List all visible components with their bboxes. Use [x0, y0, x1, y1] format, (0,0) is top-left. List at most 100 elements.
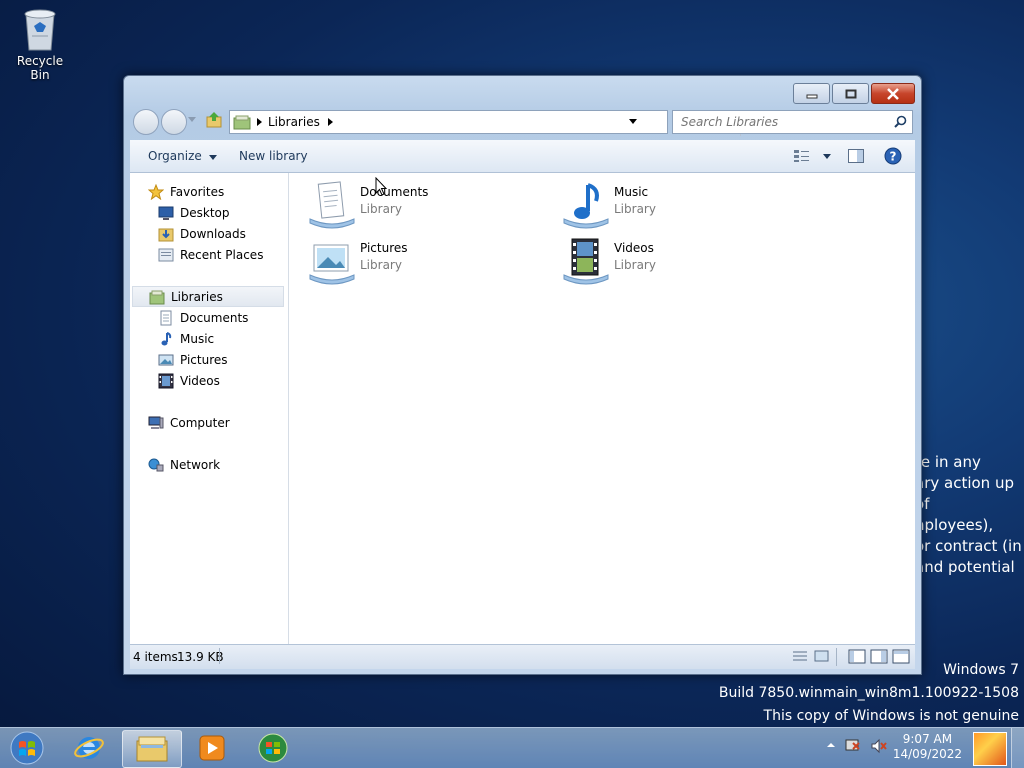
close-button[interactable]	[871, 83, 915, 104]
chevron-down-icon	[822, 154, 831, 159]
recycle-bin-label: Recycle Bin	[16, 54, 64, 82]
details-view-icon[interactable]	[792, 650, 808, 663]
maximize-button[interactable]	[832, 83, 869, 104]
clock-time: 9:07 AM	[902, 732, 953, 746]
volume-muted-icon[interactable]	[870, 738, 888, 754]
nav-documents[interactable]: Documents	[158, 307, 248, 328]
action-center-flag-icon[interactable]	[844, 738, 862, 754]
minimize-button[interactable]	[793, 83, 830, 104]
layout-preview-icon[interactable]	[870, 649, 888, 664]
recycle-bin-desktop-icon[interactable]: Recycle Bin	[6, 6, 74, 82]
nav-downloads[interactable]: Downloads	[158, 223, 246, 244]
layout-details-pane-icon[interactable]	[892, 649, 910, 664]
help-icon[interactable]: ?	[884, 147, 902, 165]
view-options-button[interactable]	[793, 149, 831, 166]
bg-text-line: nployees),	[920, 516, 994, 534]
layout-navpane-icon[interactable]	[848, 649, 866, 664]
taskbar-media-player[interactable]	[183, 730, 241, 766]
organize-button[interactable]: Organize	[148, 149, 217, 163]
nav-libraries[interactable]: Libraries	[132, 286, 284, 307]
taskbar-app[interactable]	[244, 730, 302, 766]
nav-label: Network	[170, 457, 221, 472]
chevron-down-icon	[208, 155, 217, 160]
back-button[interactable]	[133, 109, 159, 135]
library-name: Videos	[614, 241, 654, 255]
restore-icon	[845, 89, 856, 98]
star-icon	[148, 183, 164, 200]
views-icon	[794, 150, 809, 162]
libraries-folder-icon	[233, 115, 251, 130]
bg-text-line: re in any	[920, 453, 981, 471]
internet-explorer-icon	[74, 737, 104, 759]
pictures-icon	[158, 354, 174, 365]
status-divider	[219, 648, 220, 664]
nav-label: Computer	[170, 415, 230, 430]
status-divider	[836, 648, 837, 666]
nav-music[interactable]: Music	[158, 328, 214, 349]
search-input[interactable]	[679, 114, 893, 130]
search-box[interactable]	[672, 110, 913, 134]
svg-text:?: ?	[890, 150, 897, 164]
library-videos[interactable]: Videos Library	[560, 235, 656, 287]
large-icons-view-icon[interactable]	[814, 650, 830, 663]
desktop-icon	[158, 206, 174, 220]
recent-places-icon	[158, 248, 174, 261]
nav-favorites[interactable]: Favorites	[148, 181, 224, 202]
search-icon[interactable]	[894, 115, 907, 128]
window-controls	[791, 83, 915, 104]
recent-pages-chevron-icon[interactable]	[188, 117, 196, 123]
navigation-bar: Libraries	[130, 107, 915, 136]
breadcrumb-arrow-icon[interactable]	[257, 118, 262, 126]
explorer-window[interactable]: Libraries Organize New library	[123, 75, 922, 675]
nav-pictures[interactable]: Pictures	[158, 349, 228, 370]
nav-label: Libraries	[171, 289, 223, 304]
nav-label: Pictures	[180, 352, 228, 367]
nav-desktop[interactable]: Desktop	[158, 202, 230, 223]
watermark-line: This copy of Windows is not genuine	[763, 708, 1019, 724]
library-documents[interactable]: Documents Library	[306, 179, 428, 231]
forward-button[interactable]	[161, 109, 187, 135]
documents-library-icon	[306, 179, 358, 231]
media-player-icon	[199, 735, 225, 761]
library-pictures[interactable]: Pictures Library	[306, 235, 408, 287]
taskbar: 9:07 AM 14/09/2022	[0, 727, 1024, 768]
show-desktop-button[interactable]	[1011, 728, 1024, 768]
nav-label: Downloads	[180, 226, 246, 241]
new-library-button[interactable]: New library	[239, 149, 308, 163]
address-bar[interactable]: Libraries	[229, 110, 759, 136]
taskbar-windows-explorer[interactable]	[122, 730, 182, 768]
libraries-icon	[149, 290, 165, 304]
windows-orb-icon	[258, 733, 288, 763]
nav-label: Documents	[180, 310, 249, 325]
breadcrumb-arrow-icon[interactable]	[327, 118, 333, 126]
computer-icon	[148, 416, 164, 429]
up-folder-icon[interactable]	[205, 111, 223, 129]
show-hidden-icons-chevron-icon[interactable]	[826, 738, 836, 752]
user-notification-icon[interactable]	[973, 732, 1007, 766]
music-note-icon	[161, 331, 172, 345]
breadcrumb-libraries[interactable]: Libraries	[268, 115, 320, 129]
nav-recent-places[interactable]: Recent Places	[158, 244, 263, 265]
bg-text-line: and potential	[920, 558, 1015, 576]
videos-film-icon	[158, 373, 174, 388]
library-type: Library	[614, 258, 656, 272]
clock[interactable]: 9:07 AM 14/09/2022	[893, 732, 962, 762]
mouse-pointer-icon	[375, 177, 388, 196]
taskbar-internet-explorer[interactable]	[60, 730, 118, 766]
preview-pane-icon[interactable]	[848, 149, 864, 163]
nav-label: Videos	[180, 373, 220, 388]
nav-network[interactable]: Network	[148, 454, 220, 475]
explorer-folder-icon	[136, 736, 168, 762]
nav-computer[interactable]: Computer	[148, 412, 230, 433]
documents-icon	[160, 310, 172, 325]
nav-label: Desktop	[180, 205, 230, 220]
library-music[interactable]: Music Library	[560, 179, 656, 231]
background-text: re in any ary action up of nployees), or…	[920, 452, 1024, 578]
start-button[interactable]	[0, 730, 54, 766]
nav-videos[interactable]: Videos	[158, 370, 220, 391]
address-dropdown-icon[interactable]	[629, 119, 637, 124]
minimize-icon	[806, 94, 817, 98]
clock-date: 14/09/2022	[892, 747, 962, 761]
total-size: 13.9 KB	[177, 650, 224, 664]
library-type: Library	[614, 202, 656, 216]
